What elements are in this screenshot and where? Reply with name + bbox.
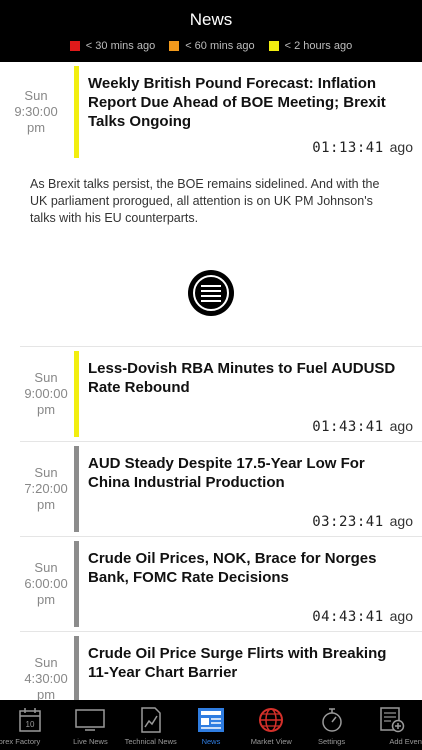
tab-technical-news[interactable]: Technical News [121, 700, 181, 750]
news-ampm: pm [36, 687, 56, 700]
ago-label: ago [389, 608, 413, 624]
newspaper-icon [195, 706, 227, 734]
news-clock-time: 9:30:00 [14, 104, 58, 119]
legend-label: < 2 hours ago [284, 40, 353, 52]
news-clock-time: 4:30:00 [24, 671, 68, 686]
elapsed-time: 03:23:41 ago [312, 513, 413, 530]
monitor-icon [74, 706, 106, 734]
legend-swatch-yellow [268, 41, 279, 51]
news-clock-time: 9:00:00 [24, 386, 68, 401]
news-headline[interactable]: AUD Steady Despite 17.5-Year Low For Chi… [88, 454, 410, 492]
news-day: Sun [34, 465, 58, 480]
tab-label: Market View [250, 737, 292, 746]
news-feed[interactable]: Sun 9:30:00 pm Weekly British Pound Fore… [0, 62, 422, 700]
age-bar [74, 446, 79, 532]
tab-add-event[interactable]: Add Event [362, 700, 422, 750]
age-bar [74, 636, 79, 700]
news-time: Sun 9:00:00 pm [20, 347, 72, 441]
tab-live-news[interactable]: Live News [60, 700, 120, 750]
news-ampm: pm [26, 120, 46, 135]
news-item[interactable]: Sun 9:00:00 pm Less-Dovish RBA Minutes t… [20, 346, 422, 441]
calendar-icon: 10 [14, 706, 46, 734]
legend-swatch-orange [169, 41, 180, 51]
news-item[interactable]: Sun 9:30:00 pm Weekly British Pound Fore… [0, 62, 422, 162]
age-bar [74, 66, 79, 158]
news-time: Sun 6:00:00 pm [20, 537, 72, 631]
legend-label: < 60 mins ago [185, 40, 255, 52]
news-day: Sun [24, 88, 48, 103]
legend-item-2h: < 2 hours ago [268, 40, 353, 52]
chart-icon [135, 706, 167, 734]
news-headline[interactable]: Weekly British Pound Forecast: Inflation… [88, 74, 398, 131]
elapsed-clock: 03:23:41 [312, 514, 384, 530]
ago-label: ago [389, 418, 413, 434]
globe-icon [255, 706, 287, 734]
legend-label: < 30 mins ago [85, 40, 156, 52]
elapsed-time: 01:13:41 ago [312, 139, 413, 156]
news-time: Sun 4:30:00 pm [20, 632, 72, 700]
elapsed-clock: 01:43:41 [312, 419, 384, 435]
tab-settings[interactable]: Settings [301, 700, 361, 750]
tab-label: News [201, 737, 221, 746]
ago-label: ago [389, 513, 413, 529]
news-headline[interactable]: Crude Oil Prices, NOK, Brace for Norges … [88, 549, 410, 587]
elapsed-time: 01:43:41 ago [312, 418, 413, 435]
news-day: Sun [34, 370, 58, 385]
tab-label: Forex Factory [0, 737, 41, 746]
collapse-menu-button[interactable] [188, 270, 234, 316]
news-time: Sun 9:30:00 pm [10, 62, 62, 162]
tab-market-view[interactable]: Market View [241, 700, 301, 750]
age-legend: < 30 mins ago < 60 mins ago < 2 hours ag… [0, 40, 422, 52]
news-clock-time: 7:20:00 [24, 481, 68, 496]
elapsed-time: 04:43:41 ago [312, 608, 413, 625]
tab-label: Settings [317, 737, 346, 746]
news-day: Sun [34, 655, 58, 670]
tab-news[interactable]: News [181, 700, 241, 750]
legend-swatch-red [69, 41, 80, 51]
add-event-icon [376, 706, 408, 734]
calendar-day: 10 [26, 720, 35, 729]
elapsed-clock: 04:43:41 [312, 609, 384, 625]
page-title: News [189, 10, 233, 29]
legend-item-30min: < 30 mins ago [69, 40, 156, 52]
news-item[interactable]: Sun 7:20:00 pm AUD Steady Despite 17.5-Y… [20, 441, 422, 536]
news-ampm: pm [36, 497, 56, 512]
age-bar [74, 541, 79, 627]
age-bar [74, 351, 79, 437]
elapsed-clock: 01:13:41 [312, 140, 384, 156]
news-time: Sun 7:20:00 pm [20, 442, 72, 536]
news-ampm: pm [36, 592, 56, 607]
news-clock-time: 6:00:00 [24, 576, 68, 591]
news-item[interactable]: Sun 6:00:00 pm Crude Oil Prices, NOK, Br… [20, 536, 422, 631]
tab-label: Add Event [389, 737, 422, 746]
ago-label: ago [389, 139, 413, 155]
tab-label: Technical News [124, 737, 177, 746]
menu-icon [193, 275, 229, 311]
news-summary: As Brexit talks persist, the BOE remains… [30, 177, 380, 225]
stopwatch-icon [316, 706, 348, 734]
news-headline[interactable]: Crude Oil Price Surge Flirts with Breaki… [88, 644, 410, 682]
header: News < 30 mins ago < 60 mins ago < 2 hou… [0, 0, 422, 62]
news-headline[interactable]: Less-Dovish RBA Minutes to Fuel AUDUSD R… [88, 359, 410, 397]
tab-bar: 10 Forex Factory Live News Technical New… [0, 700, 422, 750]
news-item[interactable]: Sun 4:30:00 pm Crude Oil Price Surge Fli… [20, 631, 422, 700]
news-day: Sun [34, 560, 58, 575]
tab-label: Live News [73, 737, 108, 746]
tab-forex-factory[interactable]: 10 Forex Factory [0, 700, 60, 750]
news-ampm: pm [36, 402, 56, 417]
legend-item-60min: < 60 mins ago [169, 40, 255, 52]
